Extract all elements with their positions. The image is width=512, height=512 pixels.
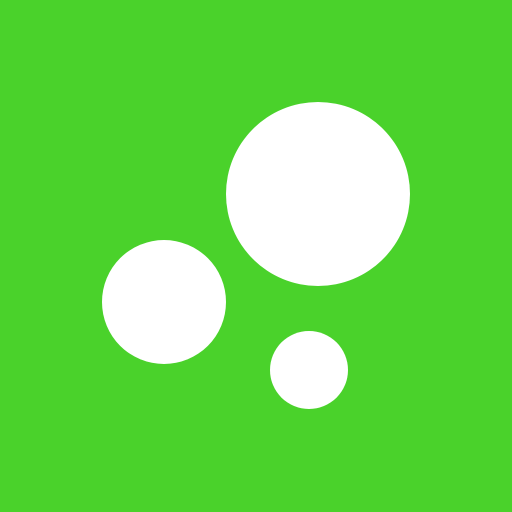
large-bubble (226, 102, 410, 286)
medium-bubble (102, 240, 226, 364)
app-icon (0, 0, 512, 512)
small-bubble (270, 331, 348, 409)
